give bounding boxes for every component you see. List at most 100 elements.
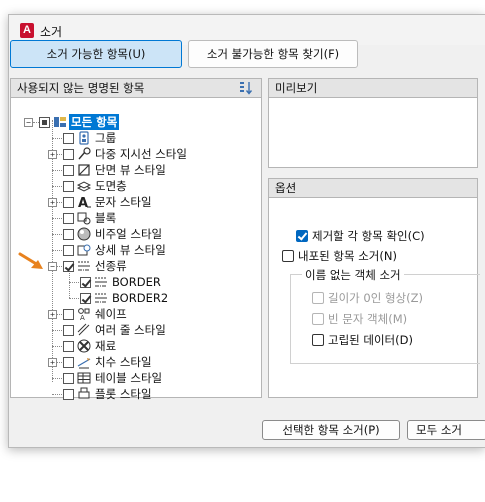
tree-item-row[interactable]: + 다중 지시선 스타일 bbox=[11, 146, 261, 162]
item-checkbox[interactable] bbox=[63, 373, 74, 384]
item-checkbox[interactable] bbox=[63, 341, 74, 352]
tree-item-label: 선종류 bbox=[95, 259, 127, 273]
checkbox-unchecked[interactable] bbox=[282, 250, 294, 262]
table-style-icon bbox=[77, 372, 91, 384]
expand-toggle[interactable]: + bbox=[48, 358, 57, 367]
tree-item-row[interactable]: 여러 줄 스타일 bbox=[11, 322, 261, 338]
purge-all-button[interactable]: 모두 소거 bbox=[407, 420, 485, 440]
group-icon bbox=[79, 131, 89, 145]
empty-text-objects-checkbox: 빈 문자 객체(M) bbox=[312, 312, 407, 326]
item-checkbox[interactable] bbox=[63, 165, 74, 176]
zero-length-geometry-label: 길이가 0인 형상(Z) bbox=[328, 291, 423, 305]
zero-length-geometry-checkbox: 길이가 0인 형상(Z) bbox=[312, 291, 423, 305]
tree-item-row[interactable]: + A 쉐이프 bbox=[11, 306, 261, 322]
linetype-icon bbox=[78, 261, 90, 271]
tab-find-non-purgeable-items[interactable]: 소거 불가능한 항목 찾기(F) bbox=[188, 40, 358, 68]
tree-item-row[interactable]: 블록 bbox=[11, 210, 261, 226]
item-checkbox[interactable] bbox=[80, 277, 91, 288]
item-checkbox[interactable] bbox=[80, 293, 91, 304]
visual-style-icon bbox=[77, 227, 91, 241]
purge-nested-items-checkbox[interactable]: 내포된 항목 소거(N) bbox=[282, 249, 397, 263]
tree-item-row[interactable]: 플롯 스타일 bbox=[11, 386, 261, 402]
checkbox-disabled bbox=[312, 292, 324, 304]
multileader-style-icon bbox=[78, 147, 91, 160]
item-checkbox[interactable] bbox=[63, 149, 74, 160]
tree-child-row[interactable]: BORDER2 bbox=[11, 290, 261, 306]
confirm-each-item-checkbox[interactable]: 제거할 각 항목 확인(C) bbox=[296, 229, 425, 243]
preview-header: 미리보기 bbox=[268, 78, 478, 98]
tree-panel-title: 사용되지 않는 명명된 항목 bbox=[17, 81, 145, 95]
confirm-each-item-label: 제거할 각 항목 확인(C) bbox=[312, 229, 425, 243]
item-checkbox[interactable] bbox=[63, 213, 74, 224]
item-checkbox[interactable] bbox=[63, 389, 74, 400]
item-checkbox[interactable] bbox=[63, 229, 74, 240]
checkbox-disabled bbox=[312, 313, 324, 325]
tree-item-label: 다중 지시선 스타일 bbox=[95, 147, 187, 161]
tree-item-row[interactable]: 테이블 스타일 bbox=[11, 370, 261, 386]
collapse-toggle[interactable]: − bbox=[24, 118, 33, 127]
sort-icon[interactable] bbox=[239, 81, 253, 95]
tree-item-label: 문자 스타일 bbox=[95, 195, 152, 209]
expand-toggle[interactable]: + bbox=[48, 150, 57, 159]
checkbox-unchecked[interactable] bbox=[312, 334, 324, 346]
tree-child-row[interactable]: BORDER bbox=[11, 274, 261, 290]
text-style-icon: A bbox=[78, 196, 91, 209]
empty-text-objects-label: 빈 문자 객체(M) bbox=[328, 312, 408, 326]
item-checkbox[interactable] bbox=[63, 357, 74, 368]
tree-item-row[interactable]: + 치수 스타일 bbox=[11, 354, 261, 370]
linetype-icon bbox=[95, 293, 107, 303]
tab-purgeable-items[interactable]: 소거 가능한 항목(U) bbox=[10, 40, 182, 68]
unused-named-items-tree[interactable]: − 모든 항목 그룹 + 다중 지시선 스타일단면 뷰 스타일도면층 + A 문자 스타일… bbox=[10, 98, 262, 401]
plot-style-icon bbox=[78, 387, 90, 399]
tree-item-row[interactable]: 단면 뷰 스타일 bbox=[11, 162, 261, 178]
multiline-style-icon bbox=[77, 323, 90, 336]
purge-selected-button[interactable]: 선택한 항목 소거(P) bbox=[262, 420, 400, 440]
window-title: 소거 bbox=[40, 25, 63, 39]
tree-item-row[interactable]: 상세 뷰 스타일 bbox=[11, 242, 261, 258]
item-checkbox[interactable] bbox=[63, 133, 74, 144]
layer-icon bbox=[77, 181, 91, 192]
options-header: 옵션 bbox=[268, 178, 478, 198]
tree-item-label: BORDER bbox=[112, 275, 161, 289]
tree-item-label: 블록 bbox=[95, 211, 117, 225]
item-checkbox[interactable] bbox=[63, 181, 74, 192]
tree-item-row[interactable]: 도면층 bbox=[11, 178, 261, 194]
svg-text:A: A bbox=[80, 314, 85, 321]
all-items-icon bbox=[54, 117, 66, 127]
unnamed-objects-group-label: 이름 없는 객체 소거 bbox=[302, 267, 404, 283]
linetype-icon bbox=[95, 277, 107, 287]
orphaned-data-checkbox[interactable]: 고립된 데이터(D) bbox=[312, 333, 413, 347]
tree-item-label: 도면층 bbox=[95, 179, 127, 193]
tree-item-label: BORDER2 bbox=[112, 291, 169, 305]
item-checkbox[interactable] bbox=[63, 245, 74, 256]
tree-item-label: 재료 bbox=[95, 339, 117, 353]
section-view-style-icon bbox=[78, 164, 90, 176]
pointer-arrow-icon bbox=[18, 252, 43, 269]
tree-root-row[interactable]: − 모든 항목 bbox=[11, 114, 261, 130]
item-checkbox[interactable] bbox=[63, 309, 74, 320]
tree-item-label: 비주얼 스타일 bbox=[95, 227, 163, 241]
shape-icon: A bbox=[78, 308, 90, 321]
item-checkbox[interactable] bbox=[63, 325, 74, 336]
item-checkbox[interactable] bbox=[63, 261, 74, 272]
tree-item-label: 쉐이프 bbox=[95, 307, 127, 321]
tree-item-row[interactable]: + A 문자 스타일 bbox=[11, 194, 261, 210]
tree-item-row[interactable]: 그룹 bbox=[11, 130, 261, 146]
tree-root-label: 모든 항목 bbox=[69, 114, 120, 130]
item-checkbox[interactable] bbox=[63, 197, 74, 208]
root-checkbox[interactable] bbox=[39, 117, 50, 128]
tree-panel-header: 사용되지 않는 명명된 항목 bbox=[10, 78, 262, 98]
collapse-toggle[interactable]: − bbox=[48, 262, 57, 271]
expand-toggle[interactable]: + bbox=[48, 198, 57, 207]
tree-item-row[interactable]: 재료 bbox=[11, 338, 261, 354]
tree-item-row[interactable]: − 선종류 bbox=[11, 258, 261, 274]
tree-item-row[interactable]: 비주얼 스타일 bbox=[11, 226, 261, 242]
tree-item-label: 단면 뷰 스타일 bbox=[95, 163, 166, 177]
orphaned-data-label: 고립된 데이터(D) bbox=[328, 333, 413, 347]
expand-toggle[interactable]: + bbox=[48, 310, 57, 319]
material-icon bbox=[77, 339, 91, 353]
checkbox-checked[interactable] bbox=[296, 230, 308, 242]
autocad-a-icon: A bbox=[20, 23, 34, 38]
detail-view-style-icon bbox=[77, 244, 91, 256]
tree-item-label: 그룹 bbox=[95, 131, 117, 145]
